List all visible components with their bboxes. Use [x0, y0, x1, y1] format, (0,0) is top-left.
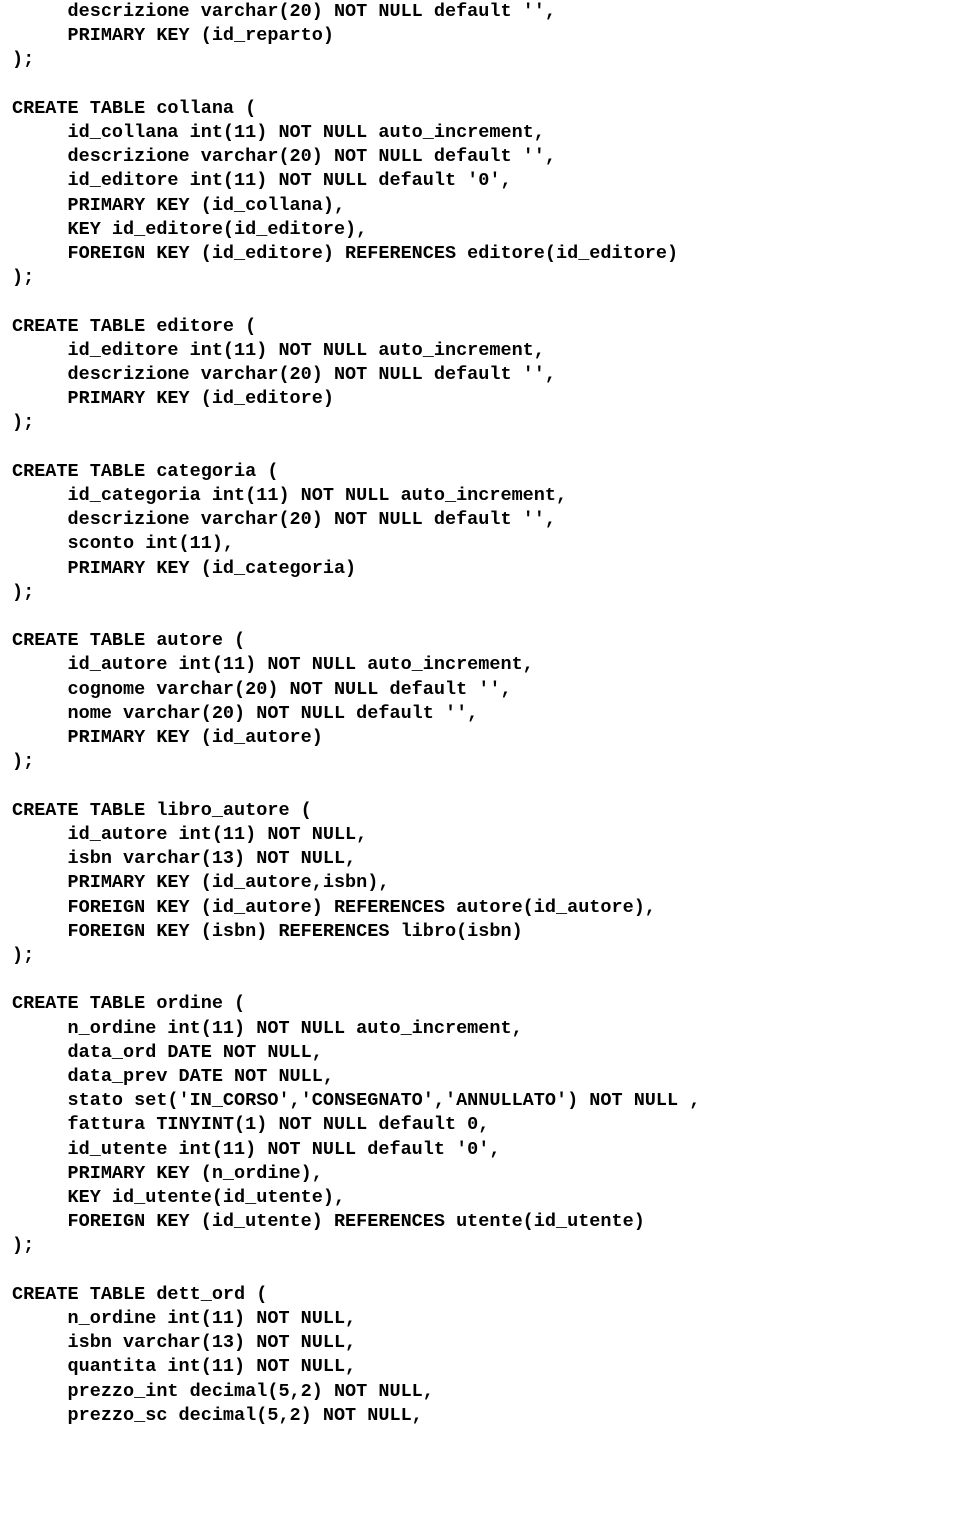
sql-code-block: descrizione varchar(20) NOT NULL default… [0, 0, 960, 1440]
